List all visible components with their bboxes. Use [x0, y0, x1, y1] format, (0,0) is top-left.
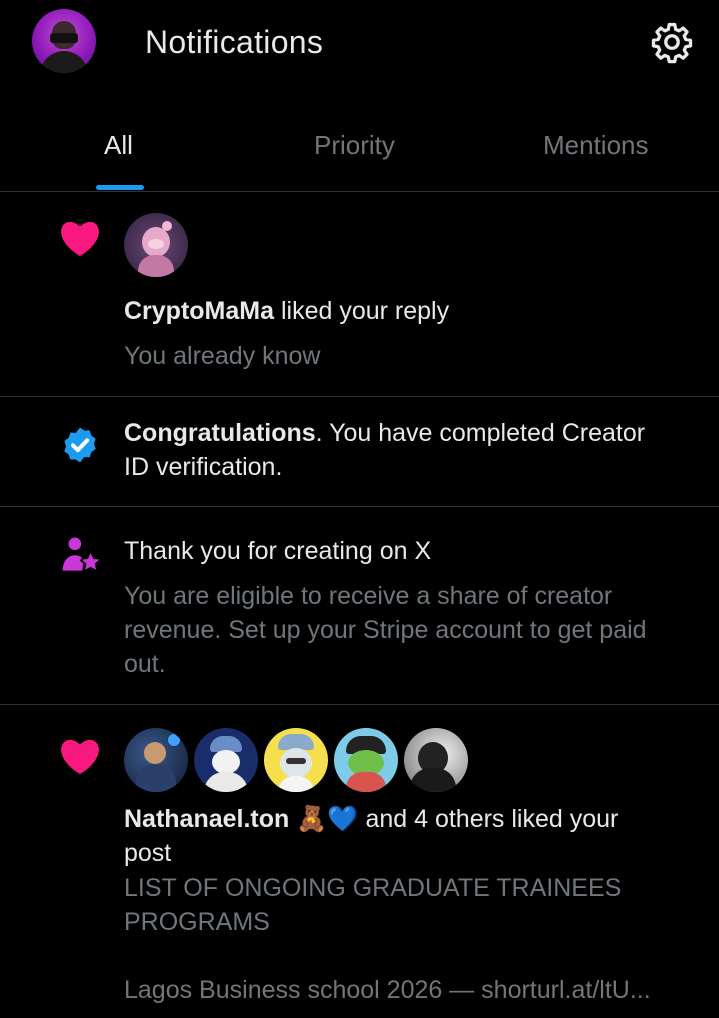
notification-action: and 4 others liked your	[358, 805, 619, 833]
user-avatar[interactable]	[194, 728, 258, 792]
notification-title: Congratulations	[124, 419, 316, 447]
tab-priority[interactable]: Priority	[314, 130, 395, 161]
post-preview-3: Lagos Business school 2026 — shorturl.at…	[124, 976, 651, 1004]
notification-title: Thank you for creating on X	[124, 537, 432, 565]
notification-action-cont: post	[124, 839, 172, 867]
user-emoji: 🧸💙	[289, 805, 359, 833]
user-avatar[interactable]	[264, 728, 328, 792]
heart-icon	[61, 739, 99, 775]
post-preview-1: LIST OF ONGOING GRADUATE TRAINEES	[124, 874, 622, 902]
user-avatar[interactable]	[124, 213, 188, 277]
notification-item[interactable]: Nathanael.ton 🧸💙 and 4 others liked your…	[0, 705, 719, 1018]
user-avatar[interactable]	[404, 728, 468, 792]
heart-icon	[61, 221, 99, 257]
notification-item[interactable]: Thank you for creating on X You are elig…	[0, 507, 719, 705]
top-bar: Notifications	[0, 0, 719, 88]
notification-body-2: revenue. Set up your Stripe account to g…	[124, 616, 647, 644]
user-name[interactable]: Nathanael.ton	[124, 805, 289, 833]
post-preview: You already know	[124, 342, 321, 370]
notification-tabs: All Priority Mentions	[0, 100, 719, 192]
user-avatar[interactable]	[334, 728, 398, 792]
user-name[interactable]: CryptoMaMa	[124, 297, 274, 325]
profile-avatar[interactable]	[32, 9, 96, 73]
creator-star-person-icon	[62, 537, 100, 571]
tab-mentions[interactable]: Mentions	[543, 130, 649, 161]
page-title: Notifications	[145, 24, 324, 60]
verified-badge-icon	[64, 427, 96, 463]
notification-body-3: out.	[124, 650, 166, 678]
notification-action: liked your reply	[274, 297, 450, 325]
notification-item[interactable]: CryptoMaMa liked your reply You already …	[0, 193, 719, 397]
notification-text-cont: ID verification.	[124, 453, 283, 481]
notification-item[interactable]: Congratulations. You have completed Crea…	[0, 397, 719, 507]
active-tab-indicator	[96, 185, 144, 190]
notification-text: . You have completed Creator	[315, 419, 646, 447]
tab-all[interactable]: All	[104, 130, 133, 161]
gear-icon[interactable]	[650, 20, 694, 64]
notification-body-1: You are eligible to receive a share of c…	[124, 582, 613, 610]
user-avatar[interactable]	[124, 728, 188, 792]
post-preview-2: PROGRAMS	[124, 908, 270, 936]
